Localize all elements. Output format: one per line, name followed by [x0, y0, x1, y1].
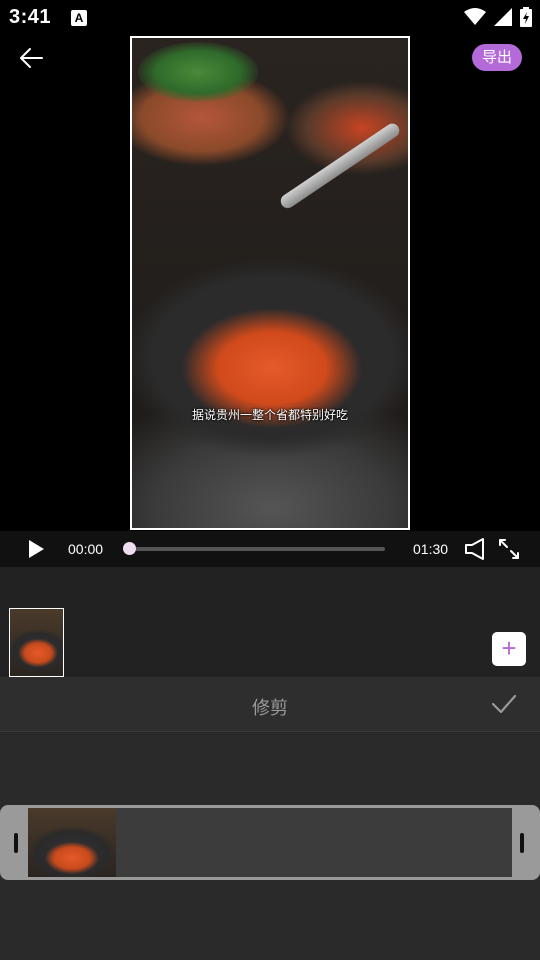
- clip-thumbnail[interactable]: [9, 608, 64, 677]
- current-time: 00:00: [68, 541, 104, 557]
- video-image-greens: [138, 42, 258, 102]
- trim-frame-thumbnail: [28, 808, 116, 877]
- notification-icon: A: [71, 10, 87, 26]
- total-time: 01:30: [413, 541, 449, 557]
- battery-icon: [520, 7, 532, 27]
- video-image-spoon: [278, 120, 402, 211]
- play-button[interactable]: [24, 537, 48, 561]
- trim-handle-right[interactable]: [512, 805, 540, 880]
- signal-icon: [494, 8, 512, 26]
- add-clip-button[interactable]: +: [492, 632, 526, 666]
- video-preview-area: 据说贵州一整个省都特别好吃 导出: [0, 36, 540, 531]
- trim-track[interactable]: [28, 808, 512, 877]
- status-time: 3:41: [9, 6, 52, 28]
- back-button[interactable]: [16, 44, 48, 72]
- volume-icon: [465, 538, 484, 560]
- video-subtitle: 据说贵州一整个省都特别好吃: [191, 408, 348, 422]
- system-icons: [464, 6, 532, 28]
- confirm-button[interactable]: [490, 691, 518, 717]
- handle-grip-right: [520, 833, 524, 853]
- progress-thumb[interactable]: [123, 542, 136, 555]
- check-icon: [491, 694, 517, 714]
- clip-timeline: +: [0, 567, 540, 677]
- export-button[interactable]: 导出: [472, 44, 522, 71]
- wifi-icon: [464, 8, 486, 25]
- handle-grip-left: [14, 833, 18, 853]
- trim-header: 修剪: [0, 677, 540, 732]
- fullscreen-button[interactable]: [497, 537, 521, 561]
- volume-button[interactable]: [463, 537, 489, 561]
- trim-handle-left[interactable]: [0, 805, 28, 880]
- trim-range-selector: [0, 805, 540, 880]
- fullscreen-icon: [499, 539, 519, 559]
- trim-panel: 修剪: [0, 677, 540, 960]
- arrow-left-icon: [20, 48, 43, 68]
- progress-slider[interactable]: [126, 547, 385, 551]
- play-icon: [29, 540, 44, 558]
- video-frame[interactable]: 据说贵州一整个省都特别好吃: [130, 36, 410, 530]
- trim-title: 修剪: [252, 698, 288, 718]
- status-bar: 3:41 A: [0, 0, 540, 36]
- player-controls: 00:00 01:30: [0, 531, 540, 567]
